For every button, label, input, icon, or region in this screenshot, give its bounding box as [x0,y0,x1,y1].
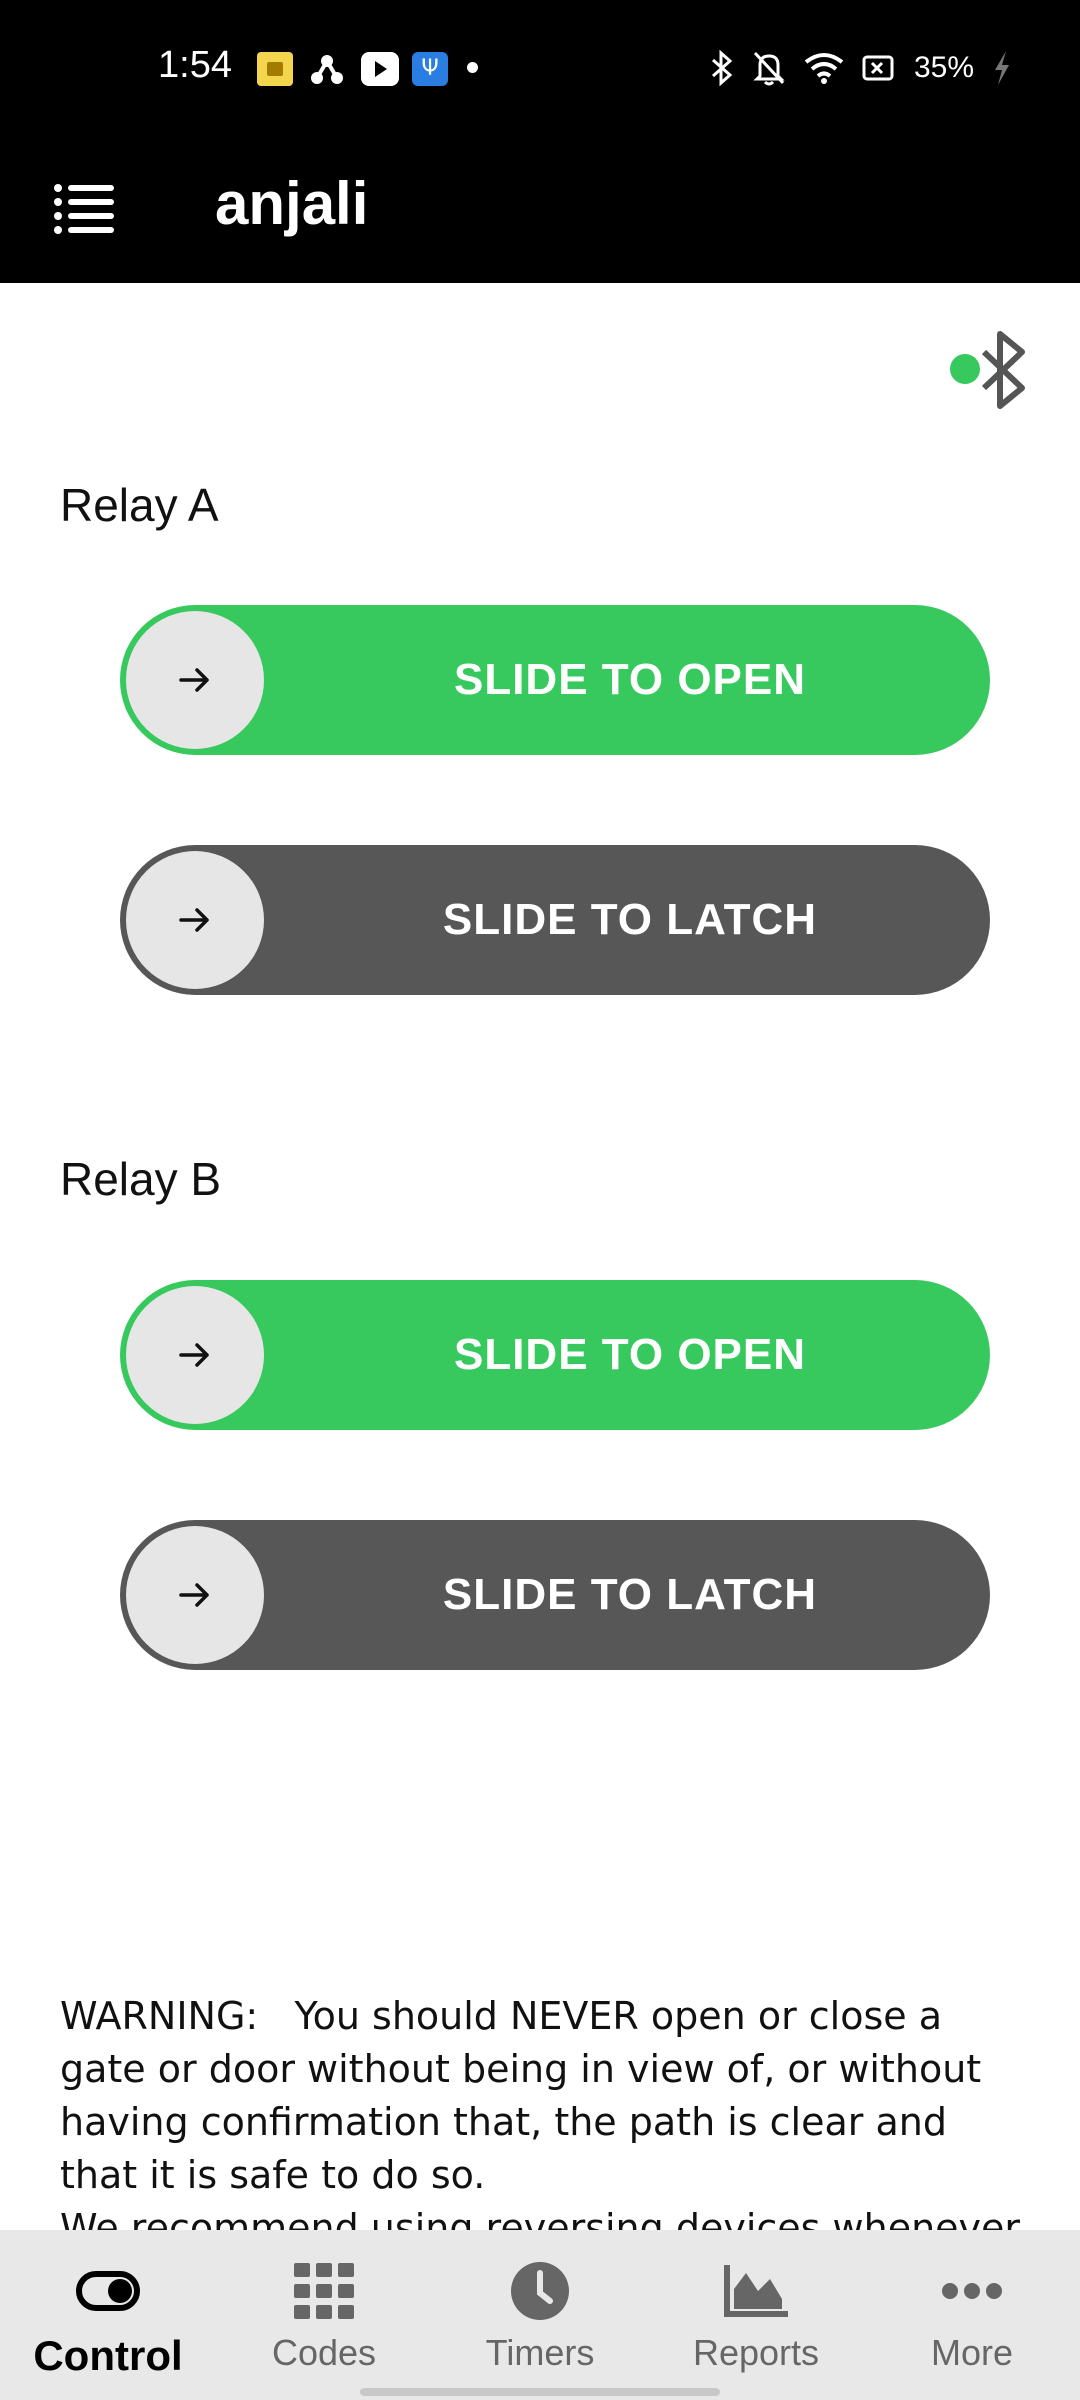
tab-timers[interactable]: Timers [432,2230,648,2400]
warning-text: WARNING: You should NEVER open or close … [60,1990,1030,2230]
slider-knob[interactable] [126,1526,264,1664]
relay-a-latch-slider[interactable]: SLIDE TO LATCH [120,845,990,995]
arrow-right-icon [179,1583,209,1607]
status-time: 1:54 [158,44,232,86]
page-title: anjali [215,170,369,237]
bottom-nav: Control Codes Timers Reports More [0,2230,1080,2400]
battery-saver-icon [862,55,894,81]
battery-percent: 35% [913,51,974,84]
usb-icon: Ψ [412,52,448,86]
system-icons: 35% [710,48,1012,88]
tab-reports[interactable]: Reports [648,2230,864,2400]
relay-a-label: Relay A [60,479,219,531]
tab-label: Codes [271,2332,377,2373]
tab-codes[interactable]: Codes [216,2230,432,2400]
charging-icon [995,51,1009,85]
slider-knob[interactable] [126,611,264,749]
toggle-icon [76,2256,140,2326]
bell-off-icon [753,51,785,86]
network-icon [310,52,344,86]
dot-icon [467,62,478,73]
arrow-right-icon [179,908,209,932]
yellow-app-icon [257,52,293,86]
tab-label: Reports [692,2332,820,2373]
list-menu-icon[interactable] [50,175,118,243]
relay-b-label: Relay B [60,1153,222,1205]
arrow-right-icon [179,1343,209,1367]
bluetooth-icon [711,50,733,86]
clock-icon [510,2256,570,2326]
grid-icon [294,2256,354,2326]
bluetooth-status[interactable] [948,330,1028,410]
warning-continued: We recommend using reversing devices whe… [60,2206,1021,2230]
relay-b-latch-slider[interactable]: SLIDE TO LATCH [120,1520,990,1670]
relay-a-open-slider[interactable]: SLIDE TO OPEN [120,605,990,755]
chart-icon [724,2256,788,2326]
status-bar: 1:54 Ψ 35% [0,0,1080,135]
slider-label: SLIDE TO OPEN [453,655,807,704]
slider-label: SLIDE TO LATCH [442,1570,818,1619]
slider-knob[interactable] [126,851,264,989]
tab-label: Control [33,2332,183,2379]
tab-more[interactable]: More [864,2230,1080,2400]
warning-paragraph: WARNING: You should NEVER open or close … [60,1994,994,2197]
tab-label: More [930,2332,1014,2373]
tab-label: Timers [485,2332,595,2373]
wifi-icon [804,53,844,84]
bluetooth-icon [981,331,1025,409]
slider-label: SLIDE TO OPEN [453,1330,807,1379]
slider-knob[interactable] [126,1286,264,1424]
youtube-icon [361,52,399,86]
tab-control[interactable]: Control [0,2230,216,2400]
slider-label: SLIDE TO LATCH [442,895,818,944]
app-bar: anjali [0,135,1080,283]
relay-b-open-slider[interactable]: SLIDE TO OPEN [120,1280,990,1430]
arrow-right-icon [179,668,209,692]
connected-dot [950,354,980,384]
more-dots-icon [941,2256,1003,2326]
home-indicator[interactable] [360,2388,720,2396]
